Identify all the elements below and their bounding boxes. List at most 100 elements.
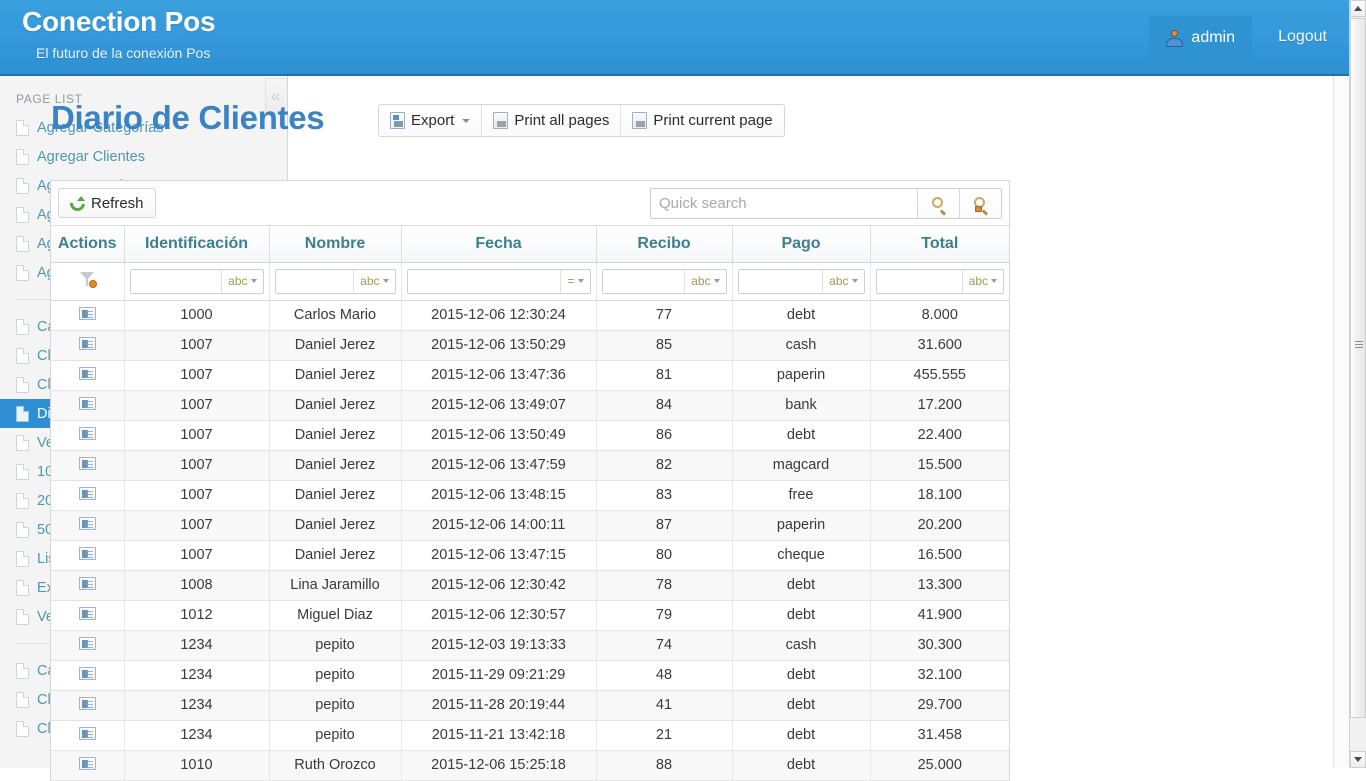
filter-input-recibo[interactable] xyxy=(603,270,685,293)
filter-input-fecha[interactable] xyxy=(408,270,561,293)
vcard-details-icon[interactable] xyxy=(79,697,96,710)
username-label: admin xyxy=(1191,29,1235,47)
table-row[interactable]: 1007Daniel Jerez2015-12-06 13:49:0784ban… xyxy=(51,390,1009,420)
filter-clear-cell[interactable] xyxy=(51,262,124,300)
row-actions-cell[interactable] xyxy=(51,510,124,540)
row-actions-cell[interactable] xyxy=(51,600,124,630)
column-header-pago[interactable]: Pago xyxy=(732,226,870,262)
column-header-actions[interactable]: Actions xyxy=(51,226,124,262)
table-row[interactable]: 1000Carlos Mario2015-12-06 12:30:2477deb… xyxy=(51,300,1009,330)
row-actions-cell[interactable] xyxy=(51,540,124,570)
table-row[interactable]: 1007Daniel Jerez2015-12-06 13:50:4986deb… xyxy=(51,420,1009,450)
search-button[interactable] xyxy=(917,189,959,218)
cell-total: 30.300 xyxy=(870,630,1009,660)
vcard-details-icon[interactable] xyxy=(79,307,96,320)
row-actions-cell[interactable] xyxy=(51,570,124,600)
vcard-details-icon[interactable] xyxy=(79,607,96,620)
vcard-details-icon[interactable] xyxy=(79,727,96,740)
vcard-details-icon[interactable] xyxy=(79,637,96,650)
refresh-button[interactable]: Refresh xyxy=(58,188,156,218)
print-current-page-button[interactable]: Print current page xyxy=(621,105,783,136)
vcard-details-icon[interactable] xyxy=(79,427,96,440)
row-actions-cell[interactable] xyxy=(51,480,124,510)
filter-type-nombre[interactable]: abc xyxy=(353,270,394,293)
cell-total: 31.600 xyxy=(870,330,1009,360)
vcard-details-icon[interactable] xyxy=(79,397,96,410)
cell-nombre: Daniel Jerez xyxy=(269,450,401,480)
scroll-down-button[interactable] xyxy=(1350,751,1366,768)
document-icon xyxy=(16,236,29,252)
row-actions-cell[interactable] xyxy=(51,630,124,660)
row-actions-cell[interactable] xyxy=(51,420,124,450)
column-header-identificacion[interactable]: Identificación xyxy=(124,226,269,262)
row-actions-cell[interactable] xyxy=(51,750,124,780)
table-row[interactable]: 1010Ruth Orozco2015-12-06 15:25:1888debt… xyxy=(51,750,1009,780)
filter-input-nombre[interactable] xyxy=(276,270,354,293)
table-row[interactable]: 1234pepito2015-11-28 20:19:4441debt29.70… xyxy=(51,690,1009,720)
table-row[interactable]: 1007Daniel Jerez2015-12-06 13:48:1583fre… xyxy=(51,480,1009,510)
cell-nombre: Ruth Orozco xyxy=(269,750,401,780)
cell-fecha: 2015-12-06 12:30:57 xyxy=(401,600,596,630)
vcard-details-icon[interactable] xyxy=(79,667,96,680)
export-button[interactable]: Export xyxy=(379,105,482,136)
table-row[interactable]: 1007Daniel Jerez2015-12-06 13:50:2985cas… xyxy=(51,330,1009,360)
cell-total: 17.200 xyxy=(870,390,1009,420)
advanced-search-button[interactable] xyxy=(959,189,1001,218)
table-row[interactable]: 1012Miguel Diaz2015-12-06 12:30:5779debt… xyxy=(51,600,1009,630)
print-all-pages-button[interactable]: Print all pages xyxy=(482,105,621,136)
vcard-details-icon[interactable] xyxy=(79,337,96,350)
vcard-details-icon[interactable] xyxy=(79,457,96,470)
filter-input-identificacion[interactable] xyxy=(131,270,222,293)
filter-type-fecha[interactable]: = xyxy=(560,270,589,293)
table-row[interactable]: 1234pepito2015-11-29 09:21:2948debt32.10… xyxy=(51,660,1009,690)
vertical-scrollbar[interactable] xyxy=(1349,0,1366,768)
row-actions-cell[interactable] xyxy=(51,690,124,720)
table-row[interactable]: 1007Daniel Jerez2015-12-06 13:47:3681pap… xyxy=(51,360,1009,390)
filter-type-recibo[interactable]: abc xyxy=(684,270,725,293)
chevron-down-icon xyxy=(991,279,997,283)
table-row[interactable]: 1234pepito2015-11-21 13:42:1821debt31.45… xyxy=(51,720,1009,750)
filter-input-pago[interactable] xyxy=(739,270,823,293)
page-scroll-strip[interactable] xyxy=(1333,76,1349,768)
cell-identificacion: 1234 xyxy=(124,630,269,660)
vcard-details-icon[interactable] xyxy=(79,577,96,590)
cell-fecha: 2015-11-29 09:21:29 xyxy=(401,660,596,690)
row-actions-cell[interactable] xyxy=(51,300,124,330)
vcard-details-icon[interactable] xyxy=(79,367,96,380)
table-row[interactable]: 1007Daniel Jerez2015-12-06 13:47:1580che… xyxy=(51,540,1009,570)
row-actions-cell[interactable] xyxy=(51,450,124,480)
column-header-recibo[interactable]: Recibo xyxy=(596,226,732,262)
filter-type-pago[interactable]: abc xyxy=(822,270,863,293)
vcard-details-icon[interactable] xyxy=(79,487,96,500)
table-row[interactable]: 1234pepito2015-12-03 19:13:3374cash30.30… xyxy=(51,630,1009,660)
column-header-total[interactable]: Total xyxy=(870,226,1009,262)
vcard-details-icon[interactable] xyxy=(79,547,96,560)
filter-type-identificacion[interactable]: abc xyxy=(221,270,262,293)
scroll-up-button[interactable] xyxy=(1350,0,1366,17)
row-actions-cell[interactable] xyxy=(51,330,124,360)
cell-recibo: 79 xyxy=(596,600,732,630)
row-actions-cell[interactable] xyxy=(51,660,124,690)
row-actions-cell[interactable] xyxy=(51,360,124,390)
column-header-nombre[interactable]: Nombre xyxy=(269,226,401,262)
scrollbar-thumb[interactable] xyxy=(1350,18,1366,718)
filter-type-label: abc xyxy=(228,274,247,288)
sidebar-item-agregar-clientes[interactable]: Agregar Clientes xyxy=(0,142,287,171)
table-row[interactable]: 1007Daniel Jerez2015-12-06 13:47:5982mag… xyxy=(51,450,1009,480)
row-actions-cell[interactable] xyxy=(51,390,124,420)
vcard-details-icon[interactable] xyxy=(79,517,96,530)
table-row[interactable]: 1007Daniel Jerez2015-12-06 14:00:1187pap… xyxy=(51,510,1009,540)
user-menu-button[interactable]: admin xyxy=(1149,16,1252,60)
filter-input-total[interactable] xyxy=(877,270,962,293)
filter-funnel-icon[interactable] xyxy=(80,271,95,287)
row-actions-cell[interactable] xyxy=(51,720,124,750)
cell-nombre: Lina Jaramillo xyxy=(269,570,401,600)
cell-fecha: 2015-12-06 13:50:49 xyxy=(401,420,596,450)
table-row[interactable]: 1008Lina Jaramillo2015-12-06 12:30:4278d… xyxy=(51,570,1009,600)
column-header-fecha[interactable]: Fecha xyxy=(401,226,596,262)
logout-link[interactable]: Logout xyxy=(1278,28,1327,46)
filter-type-total[interactable]: abc xyxy=(962,270,1003,293)
search-input[interactable] xyxy=(651,189,917,218)
cell-identificacion: 1010 xyxy=(124,750,269,780)
cell-recibo: 83 xyxy=(596,480,732,510)
